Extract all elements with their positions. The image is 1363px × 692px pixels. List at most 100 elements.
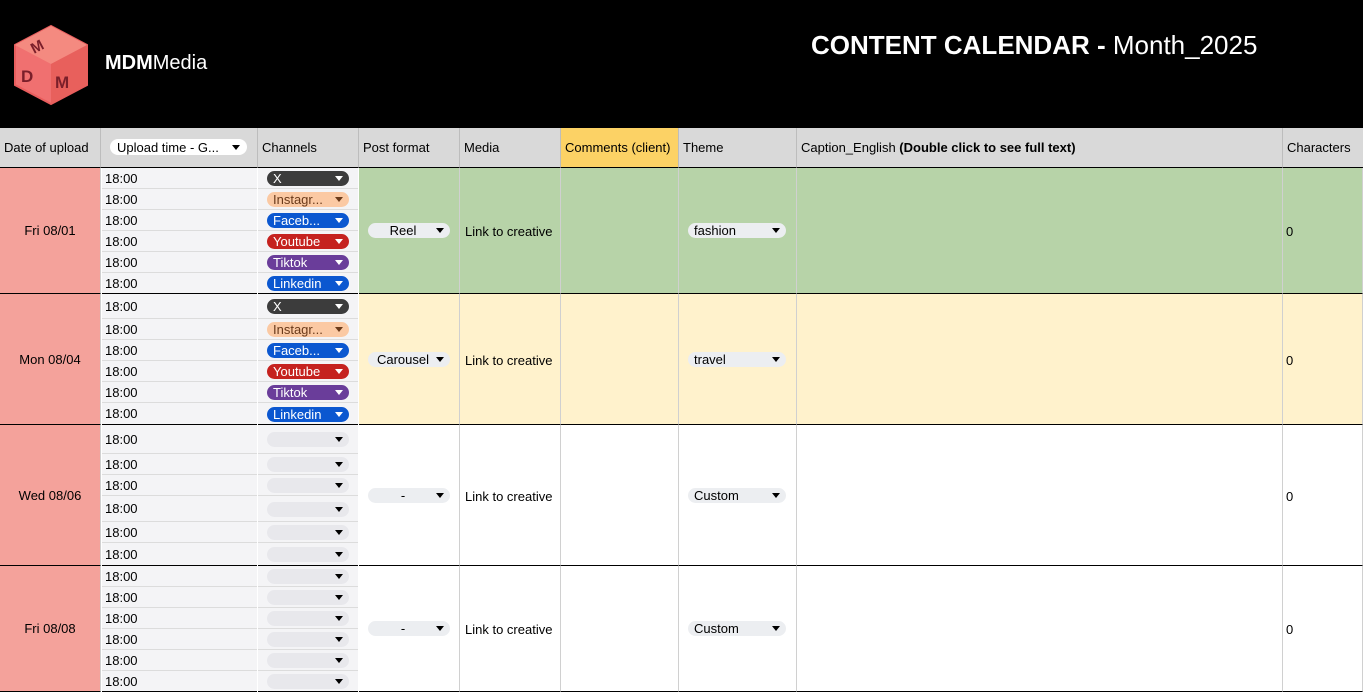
theme-dropdown[interactable]: travel bbox=[688, 352, 786, 367]
channel-dropdown[interactable] bbox=[267, 569, 349, 584]
channel-dropdown[interactable] bbox=[267, 478, 349, 493]
channel-dropdown[interactable]: Faceb... bbox=[267, 343, 349, 358]
chevron-down-icon bbox=[436, 493, 444, 498]
date-cell[interactable]: Fri 08/01 bbox=[0, 168, 101, 294]
characters-cell[interactable] bbox=[1283, 566, 1363, 692]
caption-cell[interactable] bbox=[797, 168, 1283, 294]
post-format-dropdown[interactable]: Reel bbox=[368, 223, 450, 238]
comments-cell[interactable] bbox=[561, 425, 679, 566]
upload-time-cell[interactable]: 18:00 bbox=[102, 522, 257, 543]
upload-time-cell[interactable]: 18:00 bbox=[102, 543, 257, 566]
channel-dropdown[interactable]: Tiktok bbox=[267, 255, 349, 270]
channel-dropdown[interactable]: Youtube bbox=[267, 364, 349, 379]
chevron-down-icon bbox=[335, 679, 343, 684]
chevron-down-icon bbox=[436, 228, 444, 233]
channel-dropdown[interactable]: X bbox=[267, 299, 349, 314]
upload-time-cell[interactable]: 18:00 bbox=[102, 650, 257, 671]
theme-dropdown[interactable]: Custom bbox=[688, 621, 786, 636]
upload-time-cell[interactable]: 18:00 bbox=[102, 231, 257, 252]
upload-time-cell[interactable]: 18:00 bbox=[102, 496, 257, 522]
col-header-theme[interactable]: Theme bbox=[679, 128, 797, 168]
channel-dropdown[interactable]: Instagr... bbox=[267, 322, 349, 337]
col-header-post-format[interactable]: Post format bbox=[359, 128, 460, 168]
upload-time-cell[interactable]: 18:00 bbox=[102, 361, 257, 382]
date-cell[interactable]: Fri 08/08 bbox=[0, 566, 101, 692]
channel-dropdown[interactable] bbox=[267, 525, 349, 540]
channel-dropdown[interactable]: Youtube bbox=[267, 234, 349, 249]
col-header-media-label: Media bbox=[464, 140, 500, 155]
channel-dropdown[interactable] bbox=[267, 432, 349, 447]
characters-cell[interactable] bbox=[1283, 294, 1363, 425]
channel-dropdown[interactable]: Faceb... bbox=[267, 213, 349, 228]
channel-dropdown[interactable] bbox=[267, 547, 349, 562]
upload-time-cell[interactable]: 18:00 bbox=[102, 454, 257, 475]
upload-time-cell[interactable]: 18:00 bbox=[102, 671, 257, 692]
comments-cell[interactable] bbox=[561, 566, 679, 692]
channel-dropdown[interactable] bbox=[267, 611, 349, 626]
upload-time-cell[interactable]: 18:00 bbox=[102, 425, 257, 454]
upload-time-cell[interactable]: 18:00 bbox=[102, 382, 257, 403]
chevron-down-icon bbox=[335, 327, 343, 332]
channel-dropdown[interactable]: Linkedin bbox=[267, 276, 349, 291]
upload-time-cell[interactable]: 18:00 bbox=[102, 587, 257, 608]
date-cell[interactable]: Mon 08/04 bbox=[0, 294, 101, 425]
upload-time-cell[interactable]: 18:00 bbox=[102, 294, 257, 319]
date-label: Fri 08/01 bbox=[24, 223, 76, 238]
col-header-comments[interactable]: Comments (client) bbox=[561, 128, 679, 168]
date-label: Wed 08/06 bbox=[18, 487, 82, 503]
date-cell[interactable]: Wed 08/06 bbox=[0, 425, 101, 566]
post-format-dropdown-label: - bbox=[400, 621, 406, 636]
upload-time-cell[interactable]: 18:00 bbox=[102, 340, 257, 361]
upload-time-cell[interactable]: 18:00 bbox=[102, 608, 257, 629]
upload-time-cell[interactable]: 18:00 bbox=[102, 319, 257, 340]
upload-time-label: Upload time - G... bbox=[117, 139, 219, 155]
channel-dropdown[interactable]: Linkedin bbox=[267, 407, 349, 422]
channel-dropdown[interactable] bbox=[267, 457, 349, 472]
comments-cell[interactable] bbox=[561, 294, 679, 425]
channel-dropdown[interactable]: Tiktok bbox=[267, 385, 349, 400]
upload-time-dropdown[interactable]: Upload time - G... bbox=[110, 139, 247, 155]
caption-cell[interactable] bbox=[797, 566, 1283, 692]
upload-time-cell[interactable]: 18:00 bbox=[102, 629, 257, 650]
caption-cell[interactable] bbox=[797, 425, 1283, 566]
channel-dropdown[interactable] bbox=[267, 502, 349, 517]
upload-time-cell[interactable]: 18:00 bbox=[102, 273, 257, 294]
upload-time-value: 18:00 bbox=[105, 431, 138, 447]
col-header-upload-time[interactable]: Upload time - G... bbox=[101, 128, 258, 168]
channel-dropdown-label: Linkedin bbox=[273, 276, 322, 291]
col-header-caption[interactable]: Caption_English (Double click to see ful… bbox=[797, 128, 1283, 168]
channel-dropdown[interactable] bbox=[267, 590, 349, 605]
comments-cell[interactable] bbox=[561, 168, 679, 294]
characters-cell[interactable] bbox=[1283, 168, 1363, 294]
col-header-channels[interactable]: Channels bbox=[258, 128, 359, 168]
post-format-dropdown-label: - bbox=[400, 488, 406, 503]
link-to-creative[interactable]: Link to creative bbox=[465, 223, 552, 239]
characters-cell[interactable] bbox=[1283, 425, 1363, 566]
channel-dropdown[interactable] bbox=[267, 653, 349, 668]
col-header-characters[interactable]: Characters bbox=[1283, 128, 1363, 168]
upload-time-cell[interactable]: 18:00 bbox=[102, 168, 257, 189]
post-format-dropdown[interactable]: - bbox=[368, 488, 450, 503]
upload-time-cell[interactable]: 18:00 bbox=[102, 210, 257, 231]
caption-cell[interactable] bbox=[797, 294, 1283, 425]
channel-dropdown[interactable]: Instagr... bbox=[267, 192, 349, 207]
upload-time-cell[interactable]: 18:00 bbox=[102, 475, 257, 496]
theme-dropdown[interactable]: Custom bbox=[688, 488, 786, 503]
post-format-dropdown[interactable]: Carousel bbox=[368, 352, 450, 367]
upload-time-cell[interactable]: 18:00 bbox=[102, 403, 257, 425]
channel-dropdown[interactable] bbox=[267, 674, 349, 689]
channel-dropdown[interactable]: X bbox=[267, 171, 349, 186]
upload-time-value: 18:00 bbox=[105, 456, 138, 472]
link-to-creative[interactable]: Link to creative bbox=[465, 621, 552, 637]
link-to-creative[interactable]: Link to creative bbox=[465, 352, 552, 368]
channel-dropdown[interactable] bbox=[267, 632, 349, 647]
upload-time-cell[interactable]: 18:00 bbox=[102, 566, 257, 587]
chevron-down-icon bbox=[772, 493, 780, 498]
upload-time-cell[interactable]: 18:00 bbox=[102, 189, 257, 210]
post-format-dropdown[interactable]: - bbox=[368, 621, 450, 636]
theme-dropdown[interactable]: fashion bbox=[688, 223, 786, 238]
col-header-date[interactable]: Date of upload bbox=[0, 128, 101, 168]
upload-time-cell[interactable]: 18:00 bbox=[102, 252, 257, 273]
link-to-creative[interactable]: Link to creative bbox=[465, 488, 552, 504]
col-header-media[interactable]: Media bbox=[460, 128, 561, 168]
